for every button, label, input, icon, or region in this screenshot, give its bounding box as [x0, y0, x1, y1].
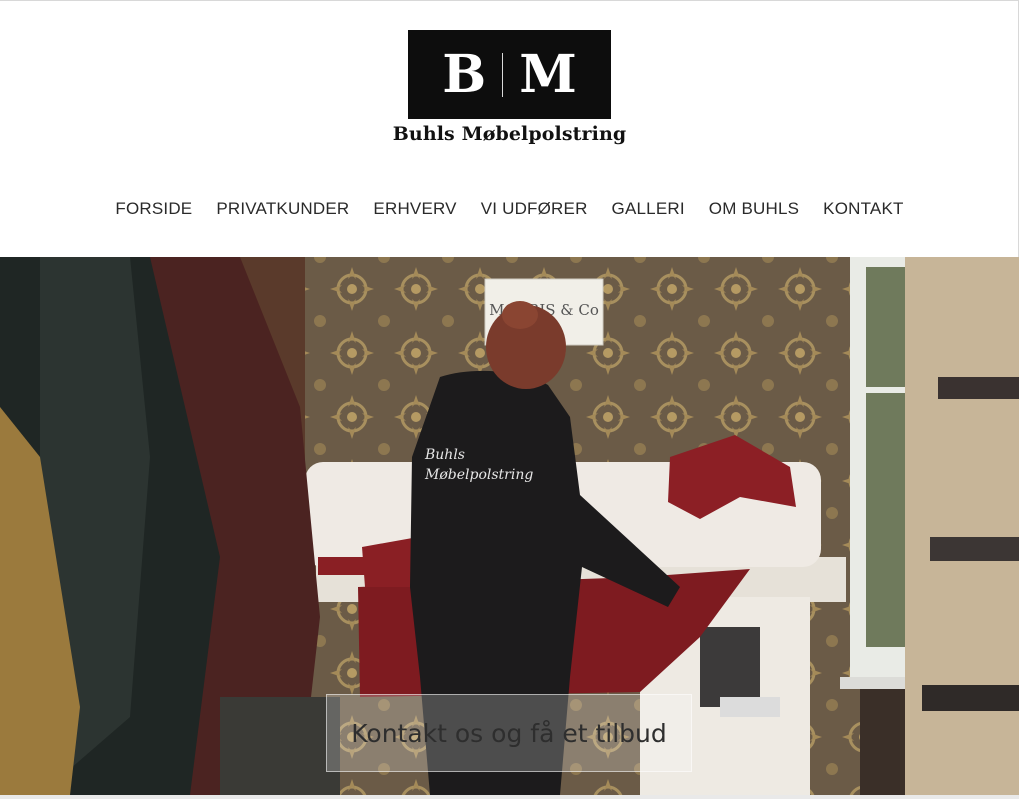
- logo-divider: [502, 52, 504, 97]
- site-header: B M Buhls Møbelpolstring FORSIDE PRIVATK…: [0, 0, 1019, 257]
- logo-mark[interactable]: B M: [408, 30, 611, 119]
- main-navigation: FORSIDE PRIVATKUNDER ERHVERV VI UDFØRER …: [0, 199, 1019, 219]
- page-bottom-edge: [0, 795, 1019, 799]
- logo-wordmark[interactable]: Buhls Møbelpolstring: [360, 123, 659, 145]
- nav-item-vi-udforer[interactable]: VI UDFØRER: [481, 199, 588, 219]
- nav-item-forside[interactable]: FORSIDE: [115, 199, 192, 219]
- nav-item-om-buhls[interactable]: OM BUHLS: [709, 199, 799, 219]
- logo-letter-b: B: [442, 43, 487, 105]
- nav-item-galleri[interactable]: GALLERI: [612, 199, 685, 219]
- contact-offer-button[interactable]: Kontakt os og få et tilbud: [326, 694, 692, 772]
- logo-letter-m: M: [519, 43, 577, 105]
- nav-item-kontakt[interactable]: KONTAKT: [823, 199, 903, 219]
- hoodie-text-line2: Møbelpolstring: [424, 467, 533, 483]
- hoodie-text-line1: Buhls: [424, 447, 465, 463]
- nav-item-erhverv[interactable]: ERHVERV: [373, 199, 456, 219]
- nav-item-privatkunder[interactable]: PRIVATKUNDER: [216, 199, 349, 219]
- shelving: [905, 257, 1019, 795]
